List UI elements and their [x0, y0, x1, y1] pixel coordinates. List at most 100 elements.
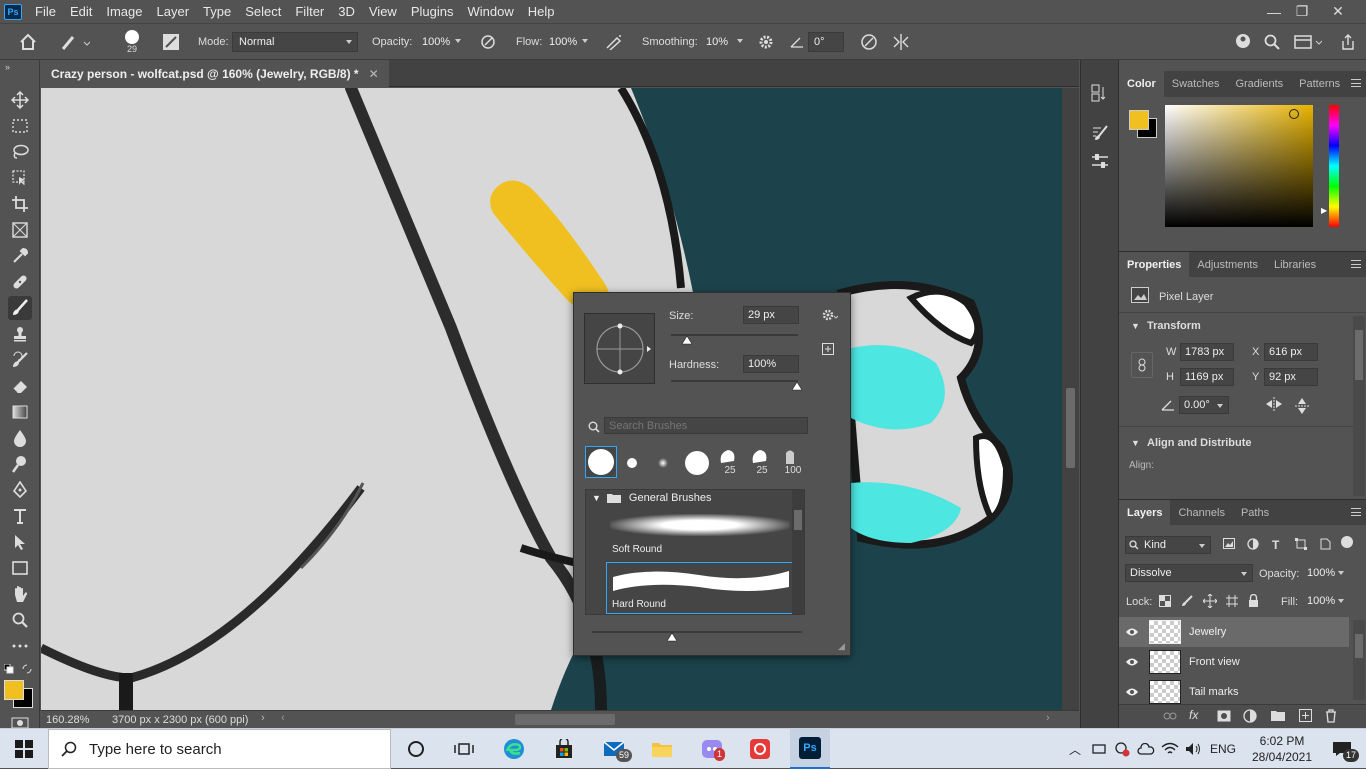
healing-brush-tool-icon[interactable]	[8, 270, 32, 294]
pressure-opacity-icon[interactable]	[480, 24, 496, 60]
lock-artboard-icon[interactable]	[1226, 595, 1238, 607]
layer-row-tail-marks[interactable]: Tail marks	[1119, 677, 1349, 707]
brush-item-hard-round[interactable]: Hard Round	[606, 562, 794, 614]
visibility-eye-icon[interactable]	[1119, 687, 1145, 697]
history-brush-tool-icon[interactable]	[8, 348, 32, 372]
status-menu-arrow-icon[interactable]: ›	[261, 712, 265, 724]
lock-transparent-icon[interactable]	[1159, 595, 1171, 607]
tab-gradients[interactable]: Gradients	[1227, 71, 1291, 97]
zoom-level[interactable]: 160.28%	[46, 714, 89, 726]
tab-layers[interactable]: Layers	[1119, 499, 1171, 526]
symmetry-icon[interactable]	[892, 24, 910, 60]
brush-list-scroll-thumb[interactable]	[794, 510, 802, 530]
move-tool-icon[interactable]	[8, 88, 32, 112]
wifi-icon[interactable]	[1160, 729, 1180, 769]
brush-tool-icon[interactable]	[8, 296, 32, 320]
properties-panel-menu-icon[interactable]	[1351, 260, 1361, 268]
restore-button[interactable]: ❐	[1284, 0, 1320, 23]
clock[interactable]: 6:02 PM 28/04/2021	[1244, 729, 1320, 769]
height-field[interactable]: 1169 px	[1180, 368, 1234, 386]
layer-name[interactable]: Front view	[1189, 656, 1240, 668]
properties-scrollbar[interactable]	[1353, 316, 1365, 496]
language-indicator[interactable]: ENG	[1208, 729, 1238, 769]
tray-device-icon[interactable]	[1090, 729, 1108, 769]
preset-soft-round-small[interactable]	[652, 452, 674, 474]
windows-start-icon[interactable]	[0, 729, 48, 769]
delete-layer-trash-icon[interactable]	[1325, 709, 1337, 723]
blend-mode-dropdown[interactable]: Dissolve	[1125, 564, 1253, 582]
hardness-slider-handle[interactable]	[792, 382, 802, 391]
new-adjustment-layer-icon[interactable]	[1243, 709, 1257, 723]
menu-select[interactable]: Select	[238, 4, 288, 19]
new-group-folder-icon[interactable]	[1271, 710, 1285, 722]
layer-row-front-view[interactable]: Front view	[1119, 647, 1349, 677]
layers-scroll-thumb[interactable]	[1355, 634, 1363, 658]
color-panel-menu-icon[interactable]	[1351, 79, 1361, 87]
layer-row-jewelry[interactable]: Jewelry	[1119, 617, 1349, 647]
default-colors-icon[interactable]	[4, 664, 14, 674]
canvas-area[interactable]	[41, 88, 1062, 710]
preset-brush-25a[interactable]: 25	[718, 447, 742, 481]
history-panel-icon[interactable]	[1091, 84, 1109, 102]
rectangle-tool-icon[interactable]	[8, 556, 32, 580]
preset-brush-25b[interactable]: 25	[750, 447, 774, 481]
scroll-right-icon[interactable]: ›	[1046, 712, 1050, 724]
opacity-field[interactable]: 100%	[416, 32, 466, 52]
hue-slider[interactable]	[1329, 105, 1339, 227]
zoom-tool-icon[interactable]	[8, 608, 32, 632]
color-picker-cursor[interactable]	[1289, 109, 1299, 119]
search-icon[interactable]	[1264, 24, 1280, 60]
filter-smart-object-icon[interactable]	[1319, 538, 1331, 550]
type-tool-icon[interactable]	[8, 504, 32, 528]
tab-patterns[interactable]: Patterns	[1291, 71, 1348, 97]
volume-icon[interactable]	[1184, 729, 1204, 769]
tab-channels[interactable]: Channels	[1170, 500, 1232, 526]
width-field[interactable]: 1783 px	[1180, 343, 1234, 361]
filter-toggle-icon[interactable]	[1341, 536, 1353, 548]
pen-tool-icon[interactable]	[8, 478, 32, 502]
filter-type-icon[interactable]: T	[1272, 538, 1279, 552]
new-layer-icon[interactable]	[1299, 709, 1312, 722]
notification-center-icon[interactable]: 17	[1324, 729, 1360, 769]
brush-group-row[interactable]: ▼ General Brushes	[586, 490, 792, 506]
eraser-tool-icon[interactable]	[8, 374, 32, 398]
scroll-left-icon[interactable]: ‹	[281, 712, 285, 724]
microsoft-store-icon[interactable]	[544, 729, 584, 769]
lock-all-icon[interactable]	[1248, 594, 1259, 607]
color-picker-field[interactable]	[1165, 105, 1313, 227]
layer-name[interactable]: Tail marks	[1189, 686, 1239, 698]
tab-properties[interactable]: Properties	[1119, 251, 1190, 278]
path-selection-tool-icon[interactable]	[8, 530, 32, 554]
file-explorer-icon[interactable]	[642, 729, 682, 769]
brush-settings-icon[interactable]	[1091, 124, 1109, 142]
filter-adjustment-icon[interactable]	[1247, 538, 1259, 550]
resize-grip-icon[interactable]: ◢	[838, 641, 845, 652]
visibility-eye-icon[interactable]	[1119, 657, 1145, 667]
share-export-icon[interactable]	[1340, 24, 1356, 60]
layer-fill-field[interactable]: 100%	[1303, 592, 1349, 610]
workspace-switcher-icon[interactable]	[1294, 24, 1322, 60]
swap-colors-icon[interactable]	[22, 664, 32, 674]
layer-name[interactable]: Jewelry	[1189, 626, 1226, 638]
menu-image[interactable]: Image	[99, 4, 149, 19]
chevron-down-icon[interactable]: ▼	[592, 493, 601, 503]
mail-icon[interactable]: 59	[594, 729, 634, 769]
discord-icon[interactable]: 1	[692, 729, 732, 769]
layers-panel-menu-icon[interactable]	[1351, 508, 1361, 516]
hardness-slider-track[interactable]	[671, 380, 798, 382]
brush-tool-preset-icon[interactable]	[60, 24, 100, 60]
foreground-color-swatch[interactable]	[4, 680, 24, 700]
menu-edit[interactable]: Edit	[63, 4, 99, 19]
smoothing-field[interactable]: 10%	[700, 32, 748, 52]
menu-layer[interactable]: Layer	[150, 4, 197, 19]
size-field[interactable]: 29 px	[743, 306, 799, 324]
crop-tool-icon[interactable]	[8, 192, 32, 216]
vertical-scrollbar[interactable]	[1062, 88, 1079, 710]
lasso-tool-icon[interactable]	[8, 140, 32, 164]
visibility-eye-icon[interactable]	[1119, 627, 1145, 637]
x-position-field[interactable]: 616 px	[1264, 343, 1318, 361]
size-slider-handle[interactable]	[682, 336, 692, 345]
frame-tool-icon[interactable]	[8, 218, 32, 242]
document-tab[interactable]: Crazy person - wolfcat.psd @ 160% (Jewel…	[41, 60, 389, 87]
cortana-icon[interactable]	[396, 729, 436, 769]
